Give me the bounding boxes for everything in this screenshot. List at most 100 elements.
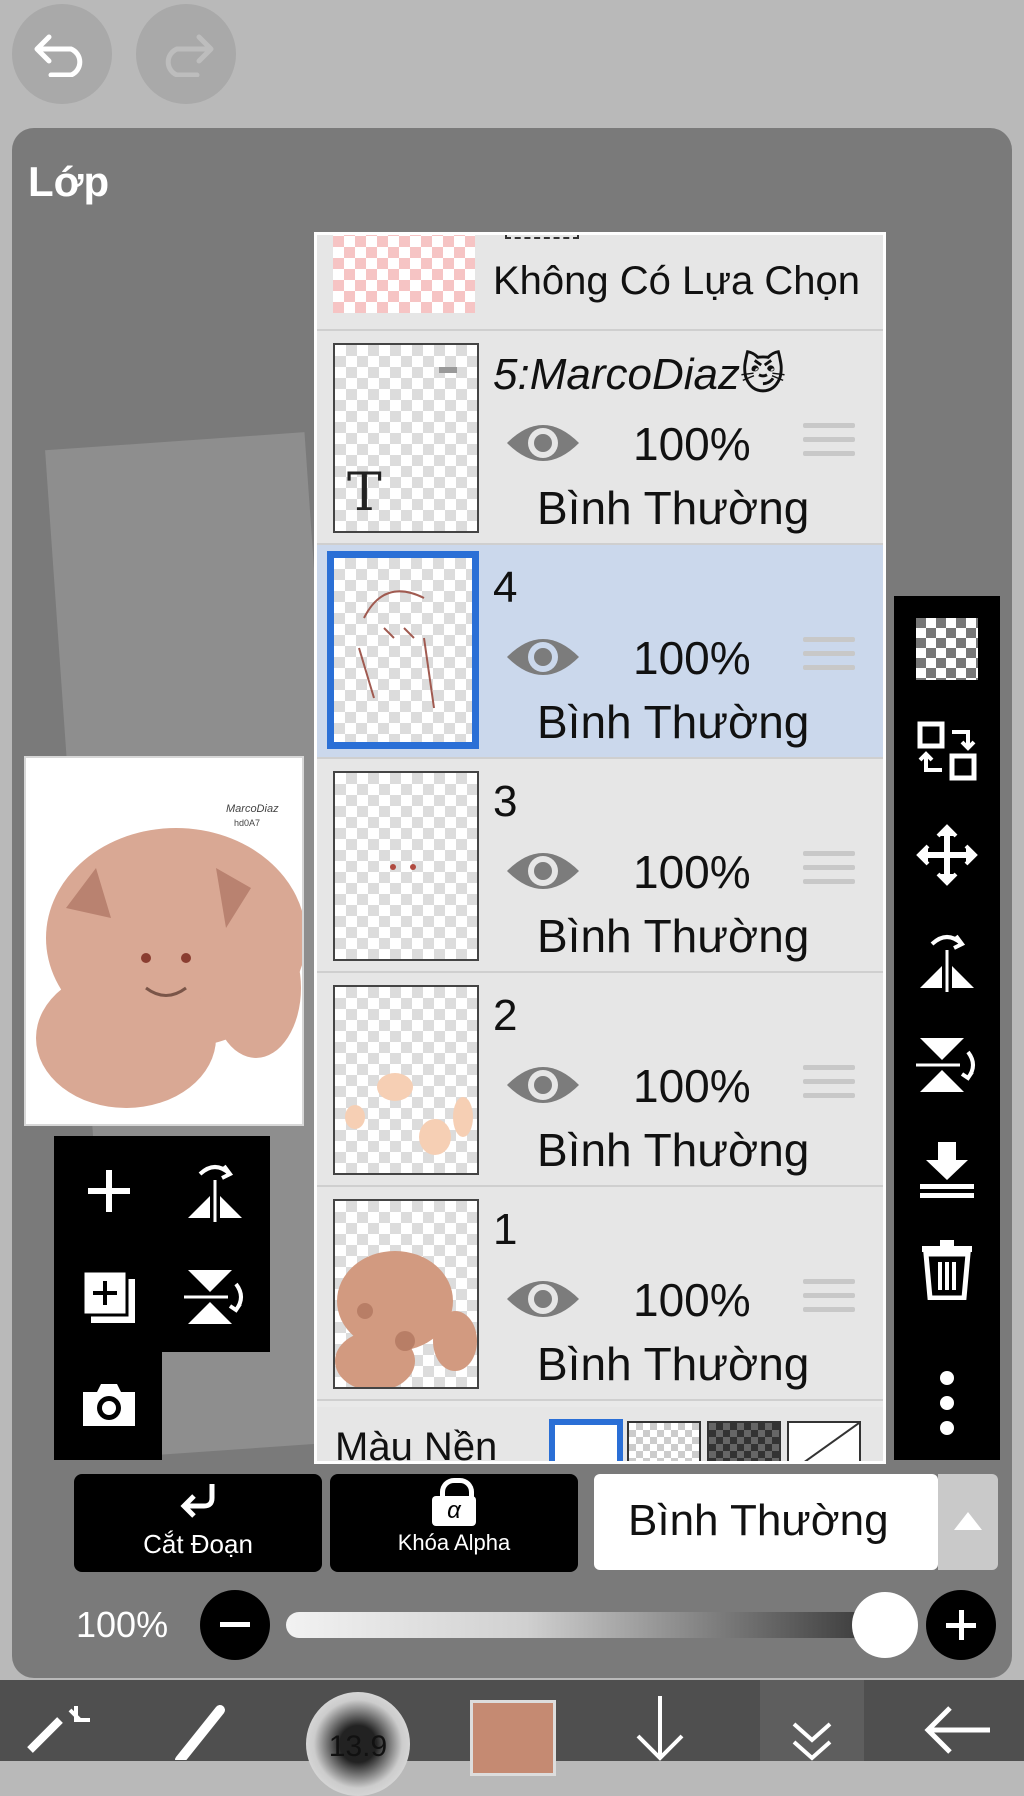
layer-down-icon[interactable] [630,1696,690,1767]
base-color-preview [335,1251,477,1387]
clip-label: Cắt Đoạn [143,1529,253,1559]
opacity-slider-track[interactable] [286,1612,886,1638]
layer-row-3[interactable]: 3 100% Bình Thường [317,759,883,973]
bg-dark-checker-option[interactable] [707,1421,781,1461]
artwork-thumbnail: MarcoDiaz hd0A7 [36,803,302,1108]
current-color-fill [473,1703,553,1773]
undo-button[interactable] [12,4,112,104]
undo-icon [34,34,83,77]
layer-name: 1 [493,1205,518,1254]
flip-horizontal-icon[interactable] [914,928,980,994]
layer-thumbnail [327,551,479,749]
selection-marquee-icon [505,235,579,239]
bg-white-option[interactable] [549,1419,623,1461]
alpha-lock-label: Khóa Alpha [397,1530,511,1555]
flip-vertical-icon[interactable] [914,1032,980,1098]
clip-button[interactable]: Cắt Đoạn [74,1474,322,1572]
checker-icon[interactable] [914,616,980,682]
layer-opacity: 100% [633,1274,751,1326]
layer-name: 3 [493,777,518,826]
eyes-preview [390,864,416,870]
eye-icon[interactable] [503,631,583,683]
layer-opacity: 100% [633,1060,751,1112]
layer-opacity: 100% [633,632,751,684]
bottom-toolbar: 13.9 [0,1680,1024,1796]
bg-light-checker-option[interactable] [627,1421,701,1461]
trash-icon[interactable] [914,1236,980,1302]
clip-arrow-icon [180,1484,215,1518]
flip-horizontal-icon[interactable] [180,1156,250,1226]
current-color-swatch[interactable] [470,1700,556,1776]
eye-icon[interactable] [503,1273,583,1325]
alpha-symbol: α [432,1496,476,1526]
skin-preview [345,1073,473,1155]
layer-thumbnail: T [333,343,479,533]
blend-mode-value: Bình Thường [628,1496,889,1545]
canvas-preview: MarcoDiaz hd0A7 [24,756,304,1126]
layer-row-1[interactable]: 1 100% Bình Thường [317,1187,883,1401]
more-vertical-icon[interactable] [914,1370,980,1436]
camera-icon[interactable] [74,1370,144,1440]
blend-mode-select[interactable]: Bình Thường [594,1474,938,1570]
selection-layer-row[interactable]: Không Có Lựa Chọn [317,235,883,331]
selection-label: Không Có Lựa Chọn [493,259,861,303]
layer-row-2[interactable]: 2 100% Bình Thường [317,973,883,1187]
layer-opacity: 100% [633,418,751,470]
layer-tools-bar [894,596,1000,1460]
merge-down-icon[interactable] [914,1136,980,1202]
layer-thumbnail [333,1199,479,1389]
layer-list[interactable]: Không Có Lựa Chọn T 5:MarcoDiaz😼 100% Bì… [314,232,886,1464]
layer-name: 4 [493,563,518,612]
brush-icon[interactable] [160,1690,240,1765]
opacity-decrease-button[interactable] [200,1590,270,1660]
minus-icon [220,1622,250,1627]
move-icon[interactable] [914,822,980,888]
alpha-lock-button[interactable]: α Khóa Alpha [330,1474,578,1572]
double-chevron-down-icon [792,1722,832,1761]
layer-thumbnail [333,985,479,1175]
opacity-slider-knob[interactable] [852,1592,918,1658]
background-color-row[interactable]: Màu Nền [317,1407,883,1464]
drag-handle-icon[interactable] [803,851,855,893]
blend-mode-dropdown-button[interactable] [938,1474,998,1570]
text-preview [439,367,457,373]
svg-text:MarcoDiaz: MarcoDiaz [226,803,279,815]
flip-vertical-icon[interactable] [180,1262,250,1332]
layer-name: 5:MarcoDiaz😼 [493,350,786,399]
eye-icon[interactable] [503,1059,583,1111]
layer-blend-mode: Bình Thường [537,482,810,534]
swap-layers-icon[interactable] [914,718,980,784]
duplicate-layer-icon[interactable] [74,1262,144,1332]
lock-icon: α [432,1478,476,1526]
layer-row-5[interactable]: T 5:MarcoDiaz😼 100% Bình Thường [317,331,883,545]
layer-row-4[interactable]: 4 100% Bình Thường [317,545,883,759]
drag-handle-icon[interactable] [803,423,855,465]
opacity-increase-button[interactable] [926,1590,996,1660]
drag-handle-icon[interactable] [803,1279,855,1321]
sketch-preview [358,590,435,709]
eye-icon[interactable] [503,845,583,897]
panel-title: Lớp [28,158,110,205]
layer-panel-toggle[interactable] [760,1680,864,1761]
triangle-up-icon [954,1512,982,1530]
layer-thumbnail [333,771,479,961]
plus-icon [946,1610,976,1640]
selection-thumbnail [333,235,475,313]
svg-text:hd0A7: hd0A7 [234,818,260,828]
opacity-label: 100% [76,1604,169,1645]
bg-none-option[interactable] [787,1421,861,1461]
drag-handle-icon[interactable] [803,637,855,679]
back-icon[interactable] [920,1700,1000,1765]
tool-switch-icon[interactable] [20,1690,100,1765]
drag-handle-icon[interactable] [803,1065,855,1107]
redo-button[interactable] [136,4,236,104]
eye-icon[interactable] [503,417,583,469]
redo-icon [165,34,214,77]
diagonal-line-icon [804,1422,860,1461]
layer-opacity: 100% [633,846,751,898]
layer-blend-mode: Bình Thường [537,910,810,962]
brush-size-button[interactable]: 13.9 [306,1692,410,1796]
add-layer-icon[interactable] [74,1156,144,1226]
layer-name: 2 [493,991,518,1040]
background-label: Màu Nền [335,1425,498,1464]
